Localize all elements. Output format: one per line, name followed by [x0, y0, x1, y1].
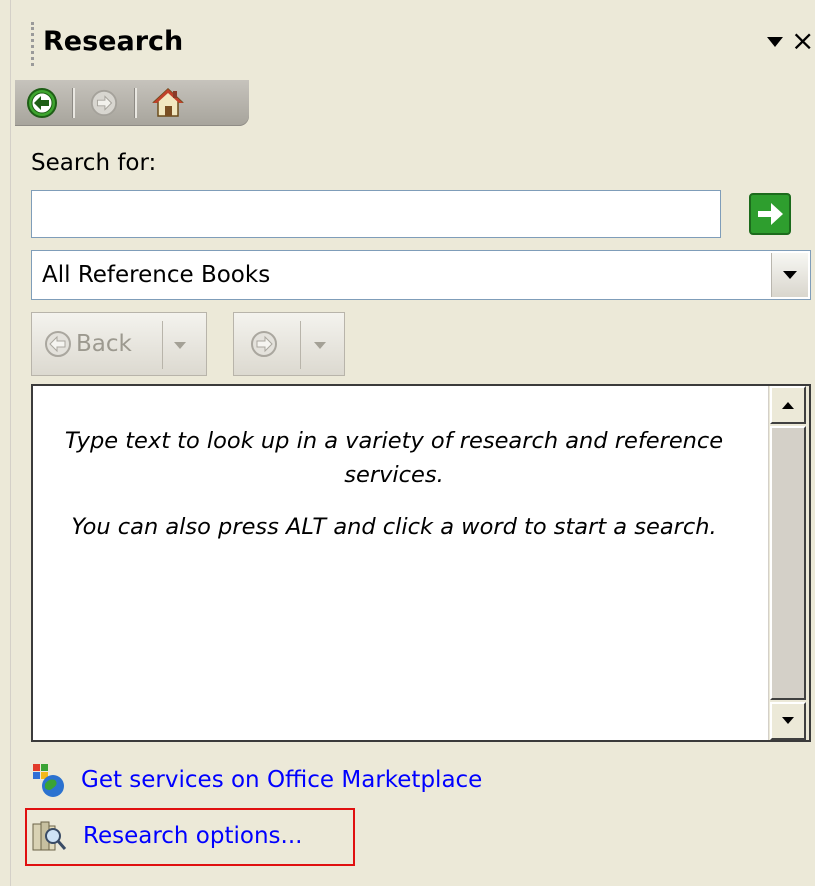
nav-separator — [134, 88, 137, 118]
forward-nav-icon[interactable] — [87, 86, 121, 120]
chevron-down-icon[interactable] — [172, 337, 188, 356]
marketplace-link-label[interactable]: Get services on Office Marketplace — [81, 767, 482, 793]
navigation-strip — [15, 80, 249, 126]
back-results-button[interactable]: Back — [31, 312, 207, 376]
forward-circle-icon — [250, 330, 278, 358]
back-button-label: Back — [76, 331, 132, 357]
results-pane: Type text to look up in a variety of res… — [31, 384, 811, 742]
chevron-down-icon[interactable] — [312, 337, 328, 356]
close-icon[interactable]: × — [791, 27, 815, 55]
reference-source-value: All Reference Books — [42, 262, 271, 288]
pane-title: Research — [43, 26, 184, 57]
search-label: Search for: — [31, 150, 157, 176]
research-options-link[interactable]: Research options... — [31, 814, 302, 858]
research-options-icon — [31, 818, 69, 854]
vertical-scrollbar[interactable] — [768, 386, 809, 740]
scroll-up-icon[interactable] — [770, 386, 806, 424]
marketplace-link[interactable]: Get services on Office Marketplace — [31, 758, 482, 802]
split-separator — [162, 321, 163, 369]
pane-title-bar: Research × — [11, 0, 815, 90]
results-hint-2: You can also press ALT and click a word … — [71, 514, 717, 540]
research-options-label[interactable]: Research options... — [83, 823, 302, 849]
marketplace-globe-icon — [31, 762, 67, 798]
pane-menu-dropdown-icon[interactable] — [763, 30, 787, 54]
nav-separator — [72, 88, 75, 118]
back-circle-icon — [44, 330, 72, 358]
forward-results-button[interactable] — [233, 312, 345, 376]
split-separator — [300, 321, 301, 369]
results-message: Type text to look up in a variety of res… — [49, 424, 739, 562]
start-searching-icon[interactable] — [749, 193, 791, 235]
scroll-down-icon[interactable] — [770, 702, 806, 740]
drag-grip[interactable] — [31, 22, 38, 66]
reference-source-select[interactable]: All Reference Books — [31, 250, 811, 300]
back-nav-icon[interactable] — [25, 86, 59, 120]
chevron-down-icon[interactable] — [771, 253, 808, 297]
home-icon[interactable] — [151, 86, 185, 120]
research-task-pane: Research × Search for: All Reference Boo… — [10, 0, 815, 886]
scroll-track[interactable] — [770, 426, 806, 700]
results-hint-1: Type text to look up in a variety of res… — [64, 428, 724, 488]
search-input[interactable] — [31, 190, 721, 238]
